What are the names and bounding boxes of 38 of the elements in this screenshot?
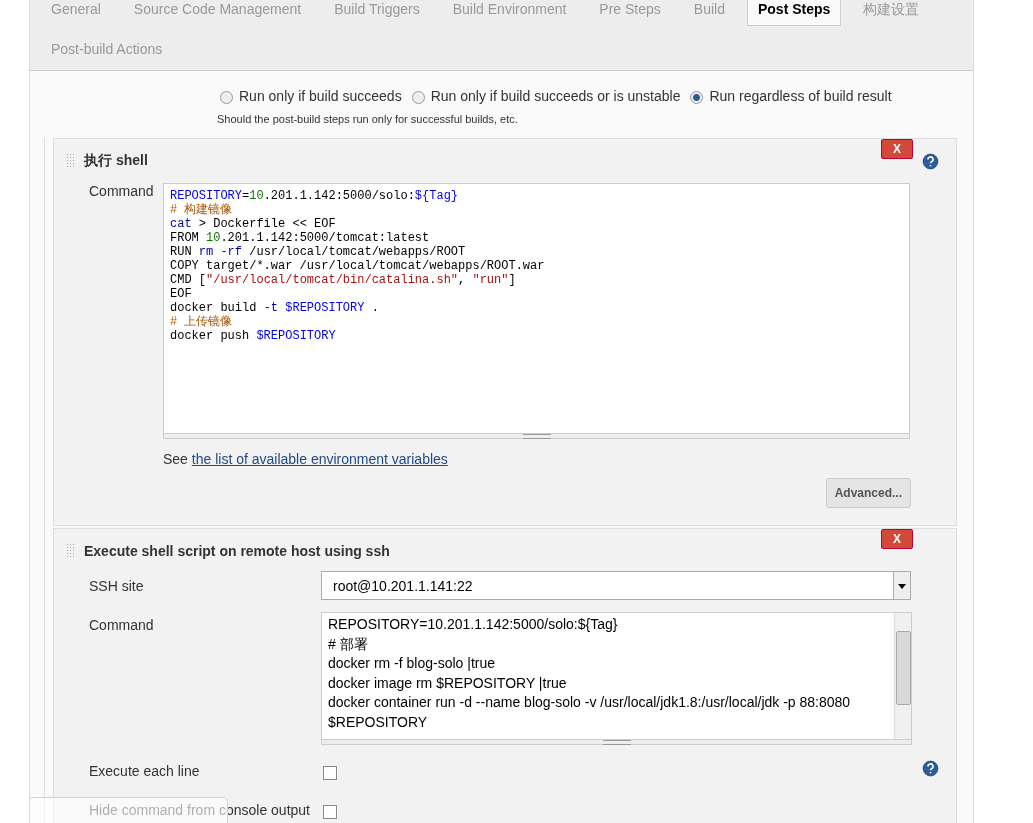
tab[interactable]: Build Triggers — [323, 0, 431, 26]
scrollbar[interactable] — [894, 613, 911, 739]
delete-button[interactable]: X — [881, 529, 913, 549]
radio-button[interactable] — [220, 91, 233, 104]
tab[interactable]: Source Code Management — [122, 0, 313, 26]
checkbox-label: Hide command from console output — [89, 802, 311, 819]
env-link[interactable]: the list of available environment variables — [191, 451, 448, 467]
field-label: Command — [89, 183, 155, 201]
checkbox[interactable] — [323, 766, 337, 780]
tab[interactable]: 构建设置 — [852, 0, 931, 26]
delete-button[interactable]: X — [881, 139, 913, 159]
tab[interactable]: Build Environment — [441, 0, 578, 26]
help-icon[interactable] — [922, 153, 939, 170]
checkbox-label: Execute each line — [89, 763, 201, 780]
field-label: Command — [89, 616, 155, 635]
radio-button[interactable] — [690, 91, 704, 104]
hint-text: Should the post-build steps run only for successful builds, etc. — [216, 112, 519, 125]
tab[interactable]: Build — [682, 0, 736, 26]
tab[interactable]: Post-build Actions — [40, 30, 174, 66]
radio-button[interactable] — [411, 91, 425, 104]
checkbox[interactable] — [323, 805, 337, 819]
help-icon[interactable] — [922, 760, 939, 777]
env-text: See — [163, 451, 189, 467]
step-title: Execute shell script on remote host using ssh — [84, 543, 390, 559]
radio-label: Run only if build succeeds or is unstable — [430, 88, 681, 104]
advanced-button[interactable]: Advanced... — [825, 478, 911, 508]
field-label: SSH site — [89, 577, 145, 594]
radio-label: Run regardless of build result — [709, 88, 892, 104]
radio-label: Run only if build succeeds — [239, 88, 402, 104]
ssh-site-dropdown[interactable]: root@10.201.1.141:22 — [321, 571, 911, 600]
tab[interactable]: Post Steps — [747, 0, 842, 26]
resize-handle[interactable] — [163, 434, 910, 439]
tab[interactable]: General — [40, 0, 112, 26]
tab[interactable]: Pre Steps — [588, 0, 672, 26]
code-editor[interactable]: REPOSITORY=10.201.1.142:5000/solo:${Tag} # 构建镜像 cat > Dockerfile << EOF FROM 10.201.1.142:5000/tomcat:latest RUN rm -rf /usr/local/tomcat/webapps/ROOT COPY target/*.war /usr/local/tomcat/webapps/ROOT.war CMD ["/usr/local/tomcat/bin/catalina.sh", "run"] EOF docker build -t $REPOSITORY . # 上传镜像 docker push $REPOSITORY — [163, 183, 910, 434]
step-title: 执行 shell — [84, 152, 148, 170]
command-textarea[interactable]: REPOSITORY=10.201.1.142:5000/solo:${Tag} # 部署 docker rm -f blog-solo |true docker image rm $REPOSITORY |true docker container run -d --name blog-solo -v /usr/local/jdk1.8:/usr/local/jdk -p 88:8080 $REPOSITORY — [321, 612, 912, 740]
resize-handle[interactable] — [321, 740, 912, 745]
